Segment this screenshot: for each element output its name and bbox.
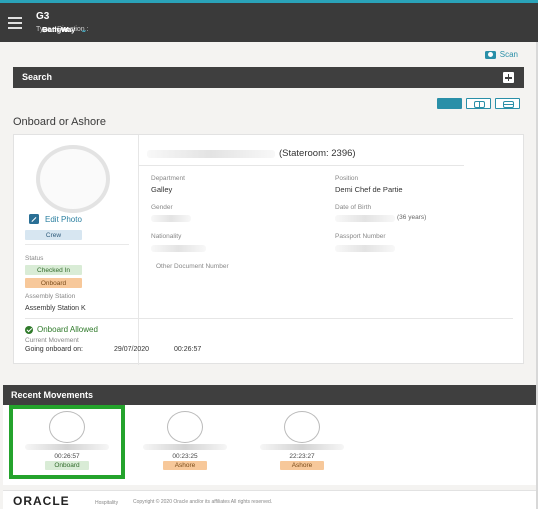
movement-time: 22:23:27 xyxy=(289,453,315,460)
avatar xyxy=(284,411,320,443)
view-rows-button[interactable] xyxy=(495,98,520,109)
name-redacted xyxy=(147,150,275,158)
allowed-text: Onboard Allowed xyxy=(37,325,98,334)
camera-icon xyxy=(484,50,496,59)
name-redacted xyxy=(143,444,227,450)
name-redacted xyxy=(260,444,344,450)
current-movement-label: Current Movement xyxy=(25,337,79,344)
gender-redacted xyxy=(151,215,191,222)
profile-right-column: (Stateroom: 2396) Department Galley Posi… xyxy=(139,135,525,365)
movement-item[interactable]: 00:23:25 Ashore xyxy=(133,411,237,473)
dob-redacted xyxy=(335,215,395,222)
copyright-text: Copyright © 2020 Oracle and/or its affil… xyxy=(133,499,273,505)
footer: ORACLE Hospitality Copyright © 2020 Orac… xyxy=(3,490,536,509)
location-title: G3 xyxy=(36,11,50,22)
oracle-logo: ORACLE xyxy=(13,494,70,508)
going-onboard-date: 29/07/2020 xyxy=(114,346,150,353)
person-card: Edit Photo Crew Status Checked In Onboar… xyxy=(13,134,525,365)
department-value: Galley xyxy=(151,185,173,194)
passport-label: Passport Number xyxy=(335,233,386,240)
passport-redacted xyxy=(335,245,395,252)
dob-age: (36 years) xyxy=(397,214,427,221)
gender-label: Gender xyxy=(151,204,173,211)
divider xyxy=(25,318,513,319)
search-label: Search xyxy=(22,72,53,82)
edit-photo-label: Edit Photo xyxy=(45,214,82,224)
going-onboard-time: 00:26:57 xyxy=(174,346,202,353)
onboard-allowed-status: Onboard Allowed xyxy=(25,325,98,334)
top-bar: G3 Type : Gangway ⌄ Direction : Both W..… xyxy=(0,0,538,42)
recent-movements-list: 00:26:57 Onboard 00:23:25 Ashore 22:23:2… xyxy=(3,405,536,485)
app-frame: G3 Type : Gangway ⌄ Direction : Both W..… xyxy=(0,0,538,509)
movement-item[interactable]: 00:26:57 Onboard xyxy=(9,405,125,479)
view-toggle-group xyxy=(437,98,520,109)
movement-item[interactable]: 22:23:27 Ashore xyxy=(250,411,354,473)
avatar xyxy=(167,411,203,443)
position-value: Demi Chef de Partie xyxy=(335,185,403,194)
scan-button[interactable]: Scan xyxy=(484,50,518,59)
going-onboard-label: Going onboard on: xyxy=(25,346,83,353)
view-columns-button[interactable] xyxy=(466,98,491,109)
status-badge-checked: Checked In xyxy=(25,265,82,275)
expand-plus-icon[interactable] xyxy=(503,72,514,83)
nationality-redacted xyxy=(151,245,206,252)
divider xyxy=(139,165,464,166)
section-title: Onboard or Ashore xyxy=(13,116,106,128)
chevron-down-icon: ⌄ xyxy=(80,27,87,34)
role-badge: Crew xyxy=(25,230,82,240)
position-label: Position xyxy=(335,175,359,182)
assembly-label: Assembly Station xyxy=(25,293,76,300)
edit-photo-button[interactable]: Edit Photo xyxy=(29,214,82,224)
department-label: Department xyxy=(151,175,185,182)
menu-icon[interactable] xyxy=(8,17,22,29)
movement-tag: Ashore xyxy=(280,461,324,470)
status-badge-onboard: Onboard xyxy=(25,278,82,288)
name-redacted xyxy=(25,444,109,450)
stateroom-text: (Stateroom: 2396) xyxy=(279,148,356,159)
divider xyxy=(25,244,129,245)
logo-subtitle: Hospitality xyxy=(95,500,119,506)
search-panel-header[interactable]: Search xyxy=(13,67,524,88)
other-doc-label: Other Document Number xyxy=(156,263,229,270)
movement-tag: Onboard xyxy=(45,461,89,470)
pencil-icon xyxy=(29,214,39,224)
assembly-value: Assembly Station K xyxy=(25,305,86,312)
recent-title: Recent Movements xyxy=(11,390,94,400)
check-circle-icon xyxy=(25,325,33,334)
view-card-button[interactable] xyxy=(437,98,462,109)
avatar xyxy=(49,411,85,443)
nationality-label: Nationality xyxy=(151,233,182,240)
movement-time: 00:23:25 xyxy=(172,453,198,460)
avatar xyxy=(36,145,110,213)
movement-tag: Ashore xyxy=(163,461,207,470)
status-label: Status xyxy=(25,255,44,262)
direction-select[interactable]: Both W... ⌄ xyxy=(42,25,86,34)
filter-row: Type : Gangway ⌄ Direction : Both W... ⌄ xyxy=(36,25,89,34)
recent-movements-header: Recent Movements xyxy=(3,385,536,405)
dob-label: Date of Birth xyxy=(335,204,372,211)
scan-label: Scan xyxy=(499,50,518,59)
movement-time: 00:26:57 xyxy=(54,453,80,460)
